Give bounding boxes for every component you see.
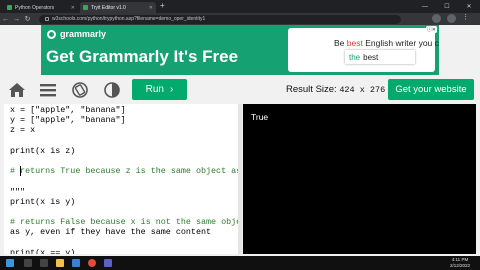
- windows-start-icon[interactable]: [6, 259, 14, 267]
- ad-info-icon[interactable]: ⓘ✕: [425, 26, 437, 33]
- back-icon[interactable]: ←: [0, 16, 11, 23]
- ad-suggestion-chip: the best: [345, 50, 415, 64]
- w3schools-favicon-icon: [83, 5, 88, 10]
- search-icon[interactable]: [24, 259, 32, 267]
- result-size-value: 424 x 276: [339, 85, 386, 95]
- chrome-icon[interactable]: [88, 259, 96, 267]
- task-view-icon[interactable]: [40, 259, 48, 267]
- address-bar: ← → ↻ w3schools.com/python/trypython.asp…: [0, 13, 480, 25]
- grammarly-ad[interactable]: grammarly Get Grammarly It's Free Be bes…: [41, 25, 439, 75]
- text-cursor: [20, 166, 21, 176]
- ad-card-text: Be best English writer you can be!: [334, 38, 439, 48]
- home-icon[interactable]: [8, 81, 26, 99]
- dark-mode-icon[interactable]: [103, 81, 121, 99]
- code-line: as y, even if they have the same content: [10, 227, 212, 238]
- profile-avatar[interactable]: [447, 14, 456, 23]
- extension-icon[interactable]: [432, 14, 441, 23]
- code-line: print(x is z): [10, 145, 76, 156]
- rotate-orientation-icon[interactable]: [71, 81, 89, 99]
- url-field[interactable]: w3schools.com/python/trypython.asp?filen…: [39, 14, 401, 24]
- run-button-label: Run: [145, 84, 164, 95]
- new-tab-icon[interactable]: +: [160, 1, 165, 10]
- maximize-icon[interactable]: ☐: [436, 0, 458, 13]
- file-explorer-icon[interactable]: [56, 259, 64, 267]
- reload-icon[interactable]: ↻: [22, 15, 33, 23]
- tab-label: Tryit Editor v1.0: [91, 4, 126, 11]
- browser-tab-bar: Python Operators ✕ Tryit Editor v1.0 ✕ +…: [0, 0, 480, 13]
- code-line: """: [10, 186, 26, 197]
- tab-label: Python Operators: [15, 4, 55, 11]
- code-line: # returns True because z is the same obj…: [10, 166, 238, 177]
- grammarly-logo-icon: [47, 30, 56, 39]
- os-taskbar: 4:11 PM 2/12/2022: [0, 256, 480, 270]
- menu-icon[interactable]: [39, 81, 57, 99]
- run-button[interactable]: Run ›: [132, 79, 187, 100]
- ad-brand: grammarly: [60, 29, 107, 39]
- code-line: x = ["apple", "banana"]: [10, 105, 126, 115]
- w3schools-favicon-icon: [7, 5, 12, 10]
- tab-python-operators[interactable]: Python Operators ✕: [4, 2, 78, 13]
- minimize-icon[interactable]: —: [414, 0, 436, 13]
- system-clock[interactable]: 4:11 PM 2/12/2022: [450, 257, 470, 269]
- result-pane: True: [243, 104, 476, 254]
- code-text[interactable]: x = ["apple", "banana"] y = ["apple", "ba…: [10, 105, 238, 254]
- lock-icon: [45, 17, 49, 21]
- menu-icon[interactable]: ⋮: [462, 13, 471, 22]
- result-size: Result Size: 424 x 276: [286, 84, 386, 95]
- panel-divider[interactable]: [238, 104, 242, 254]
- ad-card: Be best English writer you can be! thebe…: [288, 28, 439, 72]
- result-output: True: [251, 112, 269, 122]
- code-editor[interactable]: x = ["apple", "banana"] y = ["apple", "ba…: [4, 104, 238, 254]
- close-window-icon[interactable]: ✕: [458, 0, 480, 13]
- chevron-right-icon: ›: [170, 84, 174, 95]
- tab-tryit-editor[interactable]: Tryit Editor v1.0 ✕: [80, 2, 156, 13]
- url-text: w3schools.com/python/trypython.asp?filen…: [52, 16, 206, 22]
- edge-icon[interactable]: [72, 259, 80, 267]
- code-line: z = x: [10, 125, 36, 136]
- advertisement-banner: grammarly Get Grammarly It's Free Be bes…: [0, 25, 480, 75]
- close-tab-icon[interactable]: ✕: [149, 5, 153, 11]
- code-line: print(x == y): [10, 247, 76, 254]
- close-tab-icon[interactable]: ✕: [71, 5, 75, 11]
- forward-icon[interactable]: →: [11, 16, 22, 23]
- teams-icon[interactable]: [104, 259, 112, 267]
- get-your-website-button[interactable]: Get your website: [388, 79, 474, 100]
- ad-headline: Get Grammarly It's Free: [46, 47, 239, 66]
- code-line: y = ["apple", "banana"]: [10, 115, 126, 126]
- code-line: # returns False because x is not the sam…: [10, 217, 238, 228]
- code-line: print(x is y): [10, 196, 76, 207]
